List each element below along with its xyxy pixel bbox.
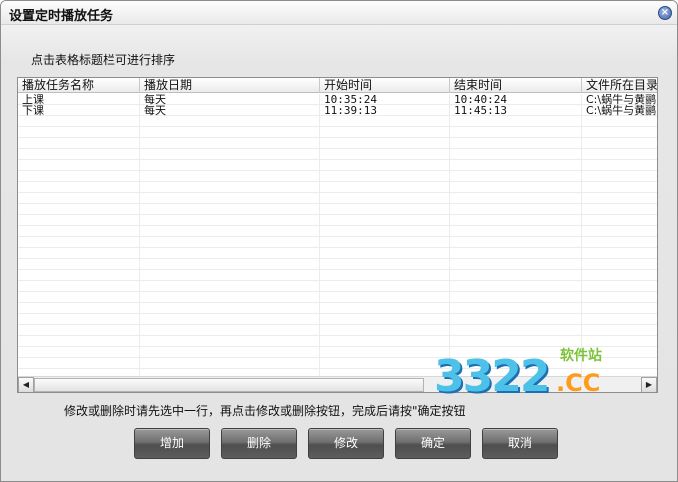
empty-table-row[interactable] bbox=[18, 116, 657, 127]
edit-hint: 修改或删除时请先选中一行，再点击修改或删除按钮，完成后请按"确定按钮 bbox=[64, 404, 466, 418]
empty-table-row[interactable] bbox=[18, 248, 657, 259]
empty-table-row[interactable] bbox=[18, 358, 657, 369]
empty-table-row[interactable] bbox=[18, 270, 657, 281]
empty-table-row[interactable] bbox=[18, 292, 657, 303]
column-header-start-time[interactable]: 开始时间 bbox=[320, 78, 450, 93]
table-cell: C:\蜗牛与黄鹂 bbox=[586, 105, 657, 116]
scroll-left-icon[interactable]: ◀ bbox=[18, 377, 34, 392]
empty-table-row[interactable] bbox=[18, 138, 657, 149]
close-icon[interactable]: × bbox=[658, 6, 672, 20]
task-table[interactable]: 播放任务名称 播放日期 开始时间 结束时间 文件所在目录 上课 每天 10:35:2… bbox=[17, 77, 658, 393]
table-cell: C:\蜗牛与黄鹂 bbox=[586, 94, 657, 105]
title-bar: 设置定时播放任务 × bbox=[1, 1, 677, 25]
scroll-thumb[interactable] bbox=[34, 378, 424, 392]
horizontal-scrollbar[interactable]: ◀ ▶ bbox=[18, 376, 657, 392]
sort-hint: 点击表格标题栏可进行排序 bbox=[31, 53, 176, 67]
empty-table-row[interactable] bbox=[18, 314, 657, 325]
table-cell: 上课 bbox=[22, 94, 44, 105]
table-cell: 每天 bbox=[144, 94, 166, 105]
empty-table-row[interactable] bbox=[18, 325, 657, 336]
dialog-window: 设置定时播放任务 × 点击表格标题栏可进行排序 播放任务名称 播放日期 开始时间… bbox=[0, 0, 678, 482]
add-button[interactable]: 增加 bbox=[134, 428, 210, 459]
table-cell: 10:40:24 bbox=[454, 94, 507, 105]
scroll-right-icon[interactable]: ▶ bbox=[641, 377, 657, 392]
empty-table-row[interactable] bbox=[18, 171, 657, 182]
empty-table-row[interactable] bbox=[18, 149, 657, 160]
window-title: 设置定时播放任务 bbox=[9, 9, 114, 24]
empty-table-row[interactable] bbox=[18, 182, 657, 193]
table-header[interactable]: 播放任务名称 播放日期 开始时间 结束时间 文件所在目录 bbox=[18, 78, 657, 93]
empty-table-row[interactable] bbox=[18, 204, 657, 215]
column-header-file-dir[interactable]: 文件所在目录 bbox=[582, 78, 657, 93]
column-header-task-name[interactable]: 播放任务名称 bbox=[18, 78, 140, 93]
column-header-end-time[interactable]: 结束时间 bbox=[450, 78, 582, 93]
modify-button[interactable]: 修改 bbox=[308, 428, 384, 459]
column-header-play-date[interactable]: 播放日期 bbox=[140, 78, 320, 93]
table-cell: 10:35:24 bbox=[324, 94, 377, 105]
empty-table-row[interactable] bbox=[18, 215, 657, 226]
delete-button[interactable]: 删除 bbox=[221, 428, 297, 459]
empty-table-row[interactable] bbox=[18, 193, 657, 204]
table-cell: 11:45:13 bbox=[454, 105, 507, 116]
empty-table-row[interactable] bbox=[18, 259, 657, 270]
empty-table-row[interactable] bbox=[18, 336, 657, 347]
cancel-button[interactable]: 取消 bbox=[482, 428, 558, 459]
empty-table-row[interactable] bbox=[18, 281, 657, 292]
ok-button[interactable]: 确定 bbox=[395, 428, 471, 459]
table-row[interactable]: 下课 每天 11:39:13 11:45:13 C:\蜗牛与黄鹂 bbox=[18, 105, 657, 116]
empty-table-row[interactable] bbox=[18, 237, 657, 248]
empty-table-row[interactable] bbox=[18, 347, 657, 358]
empty-table-row[interactable] bbox=[18, 226, 657, 237]
table-cell: 每天 bbox=[144, 105, 166, 116]
empty-table-row[interactable] bbox=[18, 303, 657, 314]
table-cell: 11:39:13 bbox=[324, 105, 377, 116]
empty-table-row[interactable] bbox=[18, 127, 657, 138]
table-row[interactable]: 上课 每天 10:35:24 10:40:24 C:\蜗牛与黄鹂 bbox=[18, 94, 657, 105]
empty-table-row[interactable] bbox=[18, 160, 657, 171]
table-cell: 下课 bbox=[22, 105, 44, 116]
table-body: 上课 每天 10:35:24 10:40:24 C:\蜗牛与黄鹂 下课 每天 11:39:13… bbox=[18, 94, 657, 376]
